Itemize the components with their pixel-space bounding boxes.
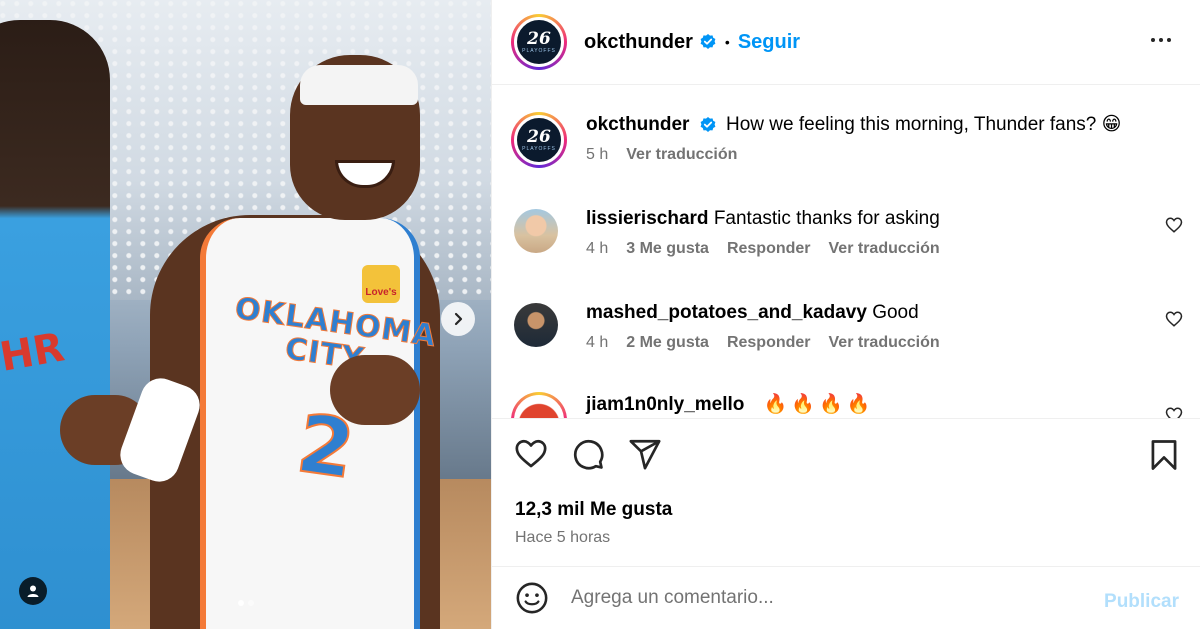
caption-username[interactable]: okcthunder (586, 114, 689, 135)
save-bookmark-icon[interactable] (1149, 439, 1179, 476)
commenter-avatar[interactable] (511, 206, 561, 256)
comment-likes-link[interactable]: 3 Me gusta (626, 240, 709, 258)
carousel-dot (237, 600, 244, 606)
verified-badge-icon (699, 116, 717, 134)
chevron-right-icon (454, 312, 463, 326)
avatar-photo (514, 395, 564, 418)
comment-translate-link[interactable]: Ver traducción (829, 334, 940, 352)
carousel-next-button[interactable] (441, 302, 475, 336)
comment-reply-button[interactable]: Responder (727, 334, 811, 352)
commenter-avatar[interactable] (511, 300, 561, 350)
caption-meta: 5 h Ver traducción (586, 146, 1121, 164)
comment-like-heart-icon[interactable] (1165, 406, 1183, 418)
comment-line: jiam1n0nly_mello 🔥🔥🔥🔥 (586, 392, 874, 418)
comment-input[interactable] (571, 587, 1091, 609)
comment-meta: 4 h 3 Me gusta Responder Ver traducción (586, 240, 940, 258)
avatar-subtext: PLAYOFFS (522, 47, 556, 54)
author-username[interactable]: okcthunder (584, 31, 693, 54)
comment-time: 4 h (586, 240, 609, 257)
avatar-subtext: PLAYOFFS (522, 145, 556, 152)
comment-body: jiam1n0nly_mello 🔥🔥🔥🔥 (586, 392, 874, 418)
comment-translate-link[interactable]: Ver traducción (829, 240, 940, 258)
author-avatar[interactable]: 26 PLAYOFFS (511, 14, 567, 70)
post-sidebar: 26 PLAYOFFS okcthunder • Seguir 26 PLAYO… (491, 0, 1200, 629)
action-icons (514, 437, 662, 471)
user-icon (27, 585, 39, 597)
comment-line: lissierischard Fantastic thanks for aski… (586, 206, 940, 232)
comment-item: lissierischard Fantastic thanks for aski… (511, 206, 1191, 258)
comment-body: mashed_potatoes_and_kadavy Good 4 h 2 Me… (586, 300, 940, 352)
caption-line: okcthunder How we feeling this morning, … (586, 112, 1121, 138)
comment-composer: Publicar (492, 566, 1200, 629)
comment-body: lissierischard Fantastic thanks for aski… (586, 206, 940, 258)
comment-username[interactable]: lissierischard (586, 208, 709, 229)
comment-bubble-icon[interactable] (571, 437, 605, 471)
comment-reply-button[interactable]: Responder (727, 240, 811, 258)
more-options-icon[interactable] (1149, 28, 1173, 57)
comment-like-heart-icon[interactable] (1165, 310, 1183, 333)
caption-translate-link[interactable]: Ver traducción (626, 146, 737, 164)
avatar-number: 26 (527, 126, 551, 147)
sponsor-patch: Love's (362, 265, 400, 303)
avatar-number: 26 (527, 28, 551, 49)
player-hand (330, 355, 420, 425)
comment-meta: 4 h 2 Me gusta Responder Ver traducción (586, 334, 940, 352)
comment-username[interactable]: mashed_potatoes_and_kadavy (586, 302, 867, 323)
comment-username[interactable]: jiam1n0nly_mello (586, 394, 744, 415)
comment-item: mashed_potatoes_and_kadavy Good 4 h 2 Me… (511, 300, 1191, 352)
comment-like-heart-icon[interactable] (1165, 216, 1183, 239)
headband (300, 65, 418, 105)
post-actions: 12,3 mil Me gusta Hace 5 horas (492, 418, 1200, 566)
caption-author-avatar[interactable]: 26 PLAYOFFS (511, 112, 567, 168)
comment-time: 4 h (586, 334, 609, 351)
caption-body: okcthunder How we feeling this morning, … (586, 112, 1121, 168)
comments-list[interactable]: 26 PLAYOFFS okcthunder How we feeling th… (492, 86, 1200, 418)
commenter-avatar[interactable] (511, 392, 567, 418)
likes-count[interactable]: 12,3 mil Me gusta (515, 499, 672, 521)
comment-text: Good (872, 302, 919, 323)
avatar-inner: 26 PLAYOFFS (514, 115, 564, 165)
follow-button[interactable]: Seguir (738, 31, 800, 54)
post-media[interactable]: HR OKLAHOMA CITY 2 Love's (0, 0, 491, 629)
avatar-photo (514, 303, 558, 347)
post-caption: 26 PLAYOFFS okcthunder How we feeling th… (511, 112, 1191, 168)
verified-badge-icon (699, 33, 717, 51)
comment-line: mashed_potatoes_and_kadavy Good (586, 300, 940, 326)
post-timestamp: Hace 5 horas (515, 529, 611, 546)
comment-text: Fantastic thanks for asking (713, 208, 940, 229)
carousel-indicators (0, 600, 491, 606)
avatar-photo (514, 209, 558, 253)
header-separator: • (724, 34, 730, 50)
emoji-picker-icon[interactable] (515, 581, 549, 615)
post-header: 26 PLAYOFFS okcthunder • Seguir (492, 0, 1200, 85)
carousel-dot (247, 600, 254, 606)
like-heart-icon[interactable] (514, 437, 548, 471)
comment-text: 🔥🔥🔥🔥 (763, 394, 875, 415)
comment-item: jiam1n0nly_mello 🔥🔥🔥🔥 (511, 392, 1191, 418)
publish-button[interactable]: Publicar (1104, 591, 1179, 613)
caption-time: 5 h (586, 146, 609, 163)
caption-text: How we feeling this morning, Thunder fan… (726, 114, 1122, 135)
comment-likes-link[interactable]: 2 Me gusta (626, 334, 709, 352)
share-send-icon[interactable] (628, 437, 662, 471)
avatar-inner: 26 PLAYOFFS (514, 17, 564, 67)
